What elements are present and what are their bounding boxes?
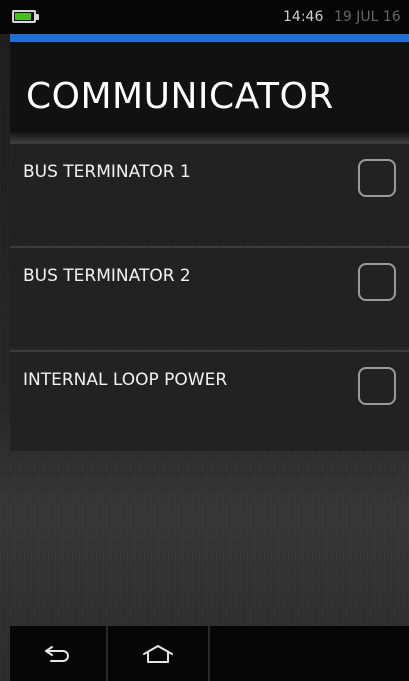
back-button[interactable]	[10, 626, 108, 681]
nav-empty-area	[210, 626, 409, 681]
back-arrow-icon	[45, 645, 69, 662]
communicator-screen: 14:46 19 JUL 16 COMMUNICATOR BUS TERMINA…	[0, 0, 409, 681]
title-divider	[10, 130, 409, 142]
option-label: INTERNAL LOOP POWER	[23, 370, 228, 390]
option-label: BUS TERMINATOR 2	[23, 266, 191, 286]
bus-terminator-2-checkbox[interactable]	[358, 263, 396, 301]
accent-bar	[10, 34, 409, 42]
option-bus-terminator-2[interactable]: BUS TERMINATOR 2	[10, 246, 409, 347]
home-button[interactable]	[108, 626, 210, 681]
battery-icon	[12, 10, 36, 23]
option-bus-terminator-1[interactable]: BUS TERMINATOR 1	[10, 142, 409, 243]
option-label: BUS TERMINATOR 1	[23, 162, 191, 182]
battery-tip	[36, 14, 39, 20]
internal-loop-power-checkbox[interactable]	[358, 367, 396, 405]
status-bar: 14:46 19 JUL 16	[0, 0, 409, 34]
bus-terminator-1-checkbox[interactable]	[358, 159, 396, 197]
page-title: COMMUNICATOR	[26, 76, 334, 117]
battery-level-fill	[15, 13, 31, 20]
home-icon	[143, 644, 173, 663]
status-time: 14:46	[283, 9, 324, 25]
title-area: COMMUNICATOR	[10, 42, 409, 130]
bottom-nav-bar	[10, 626, 409, 681]
option-internal-loop-power[interactable]: INTERNAL LOOP POWER	[10, 350, 409, 451]
status-date: 19 JUL 16	[334, 9, 401, 25]
